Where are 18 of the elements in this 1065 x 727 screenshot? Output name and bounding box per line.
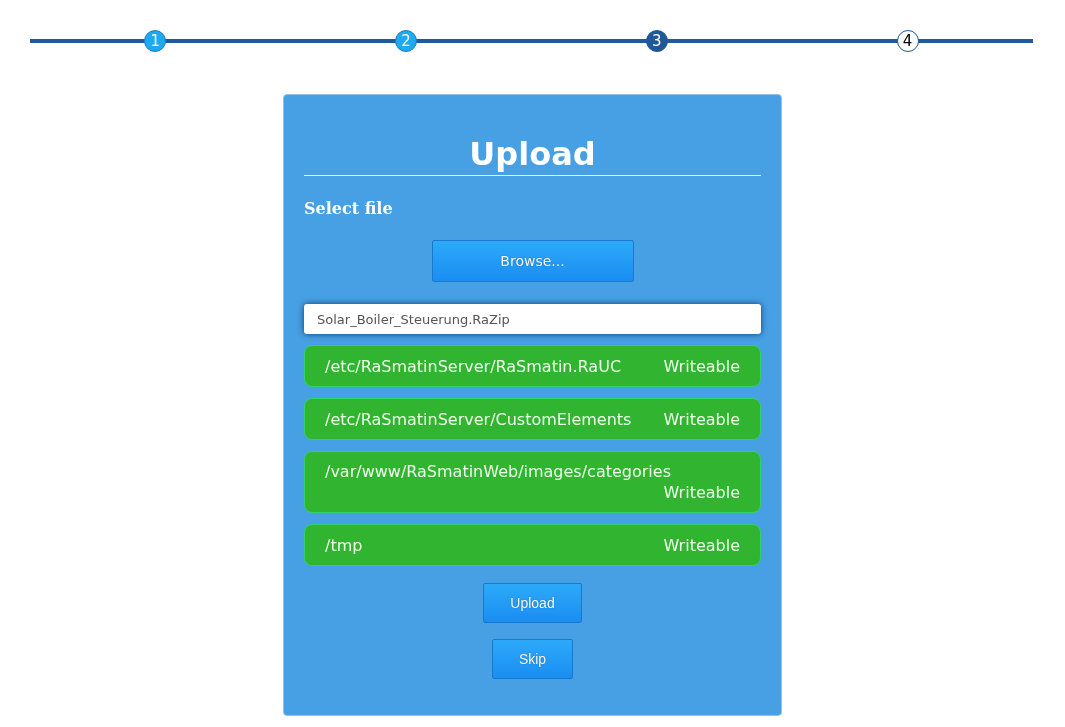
status-text: Writeable bbox=[663, 482, 740, 503]
action-button[interactable]: Skip bbox=[491, 639, 574, 679]
step-circle: 4 bbox=[896, 30, 919, 52]
step-circle: 2 bbox=[395, 30, 418, 52]
path-text: /etc/RaSmatinServer/RaSmatin.RaUC bbox=[325, 355, 622, 377]
status-text: Writeable bbox=[663, 534, 740, 556]
path-text: /etc/RaSmatinServer/CustomElements bbox=[325, 408, 632, 430]
status-text: Writeable bbox=[663, 408, 740, 430]
path-text: /tmp bbox=[325, 534, 363, 556]
path-text: /var/www/RaSmatinWeb/images/categories bbox=[325, 461, 671, 482]
file-name-field[interactable]: Solar_Boiler_Steuerung.RaZip bbox=[304, 304, 761, 334]
status-text: Writeable bbox=[663, 355, 740, 377]
browse-button[interactable]: Browse... bbox=[431, 240, 634, 282]
step-circle: 1 bbox=[144, 30, 167, 52]
section-label: Select file bbox=[304, 199, 394, 219]
panel-title: Upload bbox=[304, 133, 761, 176]
step-circle: 3 bbox=[645, 30, 668, 52]
action-button[interactable]: Upload bbox=[483, 583, 582, 623]
